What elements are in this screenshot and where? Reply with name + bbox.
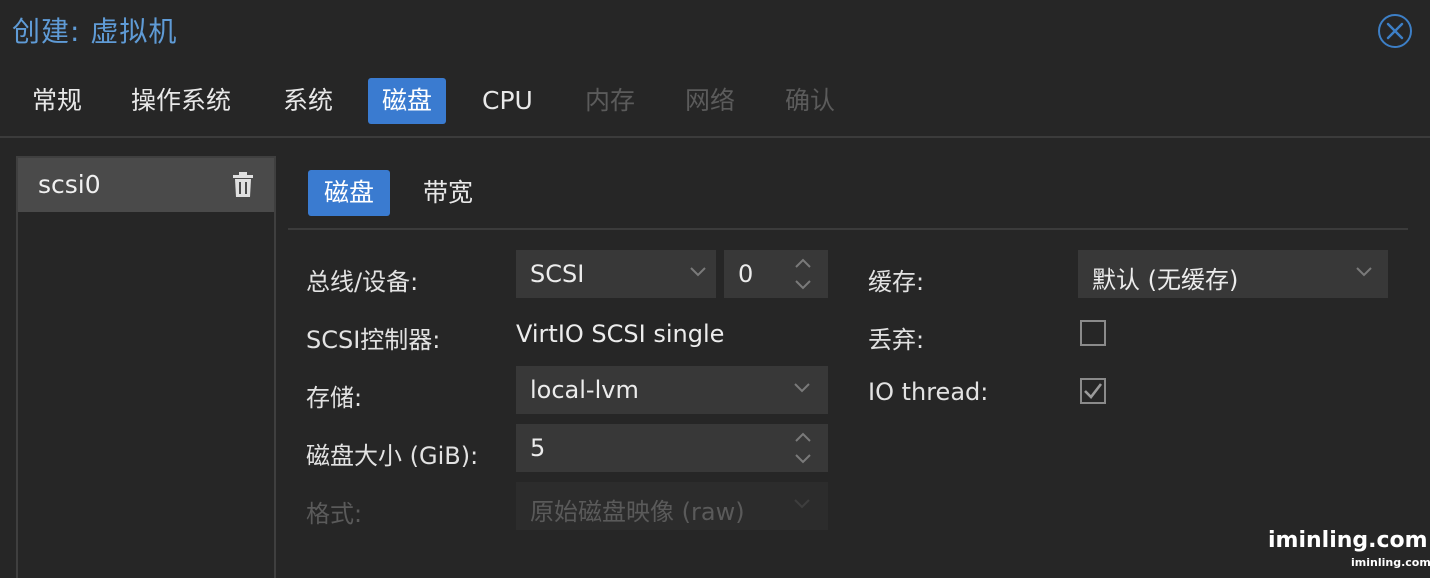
cache-value: 默认 (无缓存) (1092, 266, 1239, 294)
chevron-down-icon (690, 267, 706, 277)
spinner-icon[interactable] (794, 430, 812, 466)
format-label: 格式: (306, 500, 363, 528)
list-item[interactable]: scsi0 (18, 158, 274, 212)
tab-cpu[interactable]: CPU (468, 78, 547, 124)
subtabs-divider (288, 228, 1408, 230)
device-value: 0 (738, 260, 754, 288)
cache-select[interactable]: 默认 (无缓存) (1078, 250, 1388, 298)
trash-icon[interactable] (232, 172, 254, 202)
io-thread-checkbox[interactable] (1080, 378, 1106, 404)
format-value: 原始磁盘映像 (raw) (530, 498, 745, 526)
subtab-bandwidth[interactable]: 带宽 (407, 170, 489, 216)
cache-label: 缓存: (868, 268, 925, 296)
tab-confirm: 确认 (785, 86, 836, 115)
close-icon[interactable] (1378, 14, 1412, 48)
storage-label: 存储: (306, 384, 363, 412)
bus-select[interactable]: SCSI (516, 250, 716, 298)
device-number-stepper[interactable]: 0 (724, 250, 828, 298)
discard-label: 丢弃: (868, 326, 925, 354)
checkmark-icon (1084, 383, 1103, 399)
storage-select[interactable]: local-lvm (516, 366, 828, 414)
disk-list: scsi0 (16, 156, 276, 578)
discard-checkbox[interactable] (1080, 320, 1106, 346)
chevron-down-icon (794, 383, 810, 393)
tab-system[interactable]: 系统 (269, 78, 347, 124)
wizard-tabs: 常规 操作系统 系统 磁盘 CPU 内存 网络 确认 (0, 78, 1430, 126)
disk-size-stepper[interactable]: 5 (516, 424, 828, 472)
io-thread-label: IO thread: (868, 378, 989, 406)
storage-value: local-lvm (530, 376, 639, 404)
bus-value: SCSI (530, 260, 585, 288)
disk-item-label: scsi0 (38, 170, 101, 199)
scsi-controller-value: VirtIO SCSI single (516, 320, 725, 348)
tab-memory: 内存 (585, 86, 636, 115)
tabs-divider (0, 136, 1430, 138)
tab-disks[interactable]: 磁盘 (368, 78, 447, 124)
window-titlebar: 创建: 虚拟机 (0, 0, 1430, 62)
window-title: 创建: 虚拟机 (12, 15, 178, 48)
watermark-small: iminling.com (1351, 556, 1430, 569)
scsi-controller-label: SCSI控制器: (306, 326, 441, 354)
spinner-icon[interactable] (794, 256, 812, 292)
chevron-down-icon (1356, 267, 1372, 277)
format-select: 原始磁盘映像 (raw) (516, 482, 828, 530)
tab-network: 网络 (685, 86, 736, 115)
chevron-down-icon (794, 499, 810, 509)
disk-size-value: 5 (530, 434, 546, 462)
watermark: iminling.com (1268, 528, 1428, 553)
tab-os[interactable]: 操作系统 (117, 78, 245, 124)
tab-general[interactable]: 常规 (18, 78, 96, 124)
subtab-disk[interactable]: 磁盘 (308, 170, 391, 216)
disk-size-label: 磁盘大小 (GiB): (306, 442, 479, 470)
bus-device-label: 总线/设备: (306, 268, 419, 296)
